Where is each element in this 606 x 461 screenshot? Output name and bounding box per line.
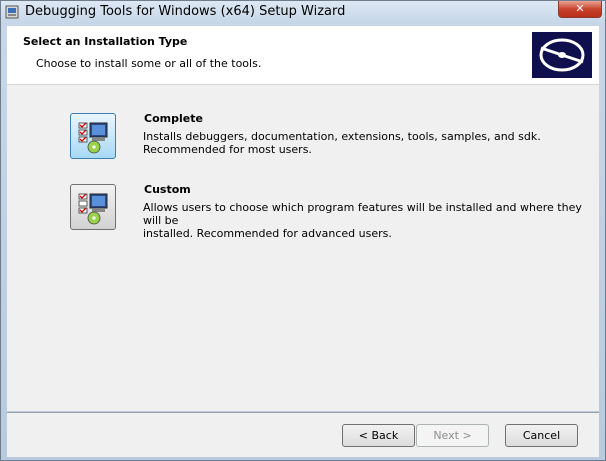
setup-wizard-window: Debugging Tools for Windows (x64) Setup …: [0, 0, 606, 461]
complete-option-title[interactable]: Complete: [144, 112, 203, 125]
close-icon: ✕: [575, 2, 585, 15]
custom-install-icon: [78, 193, 108, 225]
custom-option-title[interactable]: Custom: [144, 183, 191, 196]
complete-install-icon: [78, 122, 108, 154]
close-button[interactable]: ✕: [558, 1, 602, 18]
page-title: Select an Installation Type: [23, 35, 188, 48]
custom-description-line: installed. Recommended for advanced user…: [143, 227, 392, 240]
debug-disc-logo-icon: [532, 32, 592, 78]
custom-option-description: Allows users to choose which program fea…: [143, 201, 583, 240]
complete-option-description: Installs debuggers, documentation, exten…: [143, 130, 583, 156]
cancel-button[interactable]: Cancel: [505, 424, 578, 447]
title-bar[interactable]: Debugging Tools for Windows (x64) Setup …: [1, 1, 605, 24]
window-title: Debugging Tools for Windows (x64) Setup …: [25, 4, 346, 19]
page-subtitle: Choose to install some or all of the too…: [36, 57, 262, 70]
custom-option-button[interactable]: [70, 184, 116, 230]
wizard-content: Complete Installs debuggers, documentati…: [7, 85, 599, 411]
wizard-header: Select an Installation Type Choose to in…: [7, 26, 599, 85]
custom-description-line: Allows users to choose which program fea…: [143, 201, 582, 227]
complete-description-line: Recommended for most users.: [143, 143, 312, 156]
installer-icon: [5, 5, 19, 19]
next-button[interactable]: Next >: [416, 424, 489, 447]
complete-option-button[interactable]: [70, 113, 116, 159]
back-button[interactable]: < Back: [342, 424, 415, 447]
wizard-footer: < Back Next > Cancel: [7, 412, 599, 457]
complete-description-line: Installs debuggers, documentation, exten…: [143, 130, 541, 143]
